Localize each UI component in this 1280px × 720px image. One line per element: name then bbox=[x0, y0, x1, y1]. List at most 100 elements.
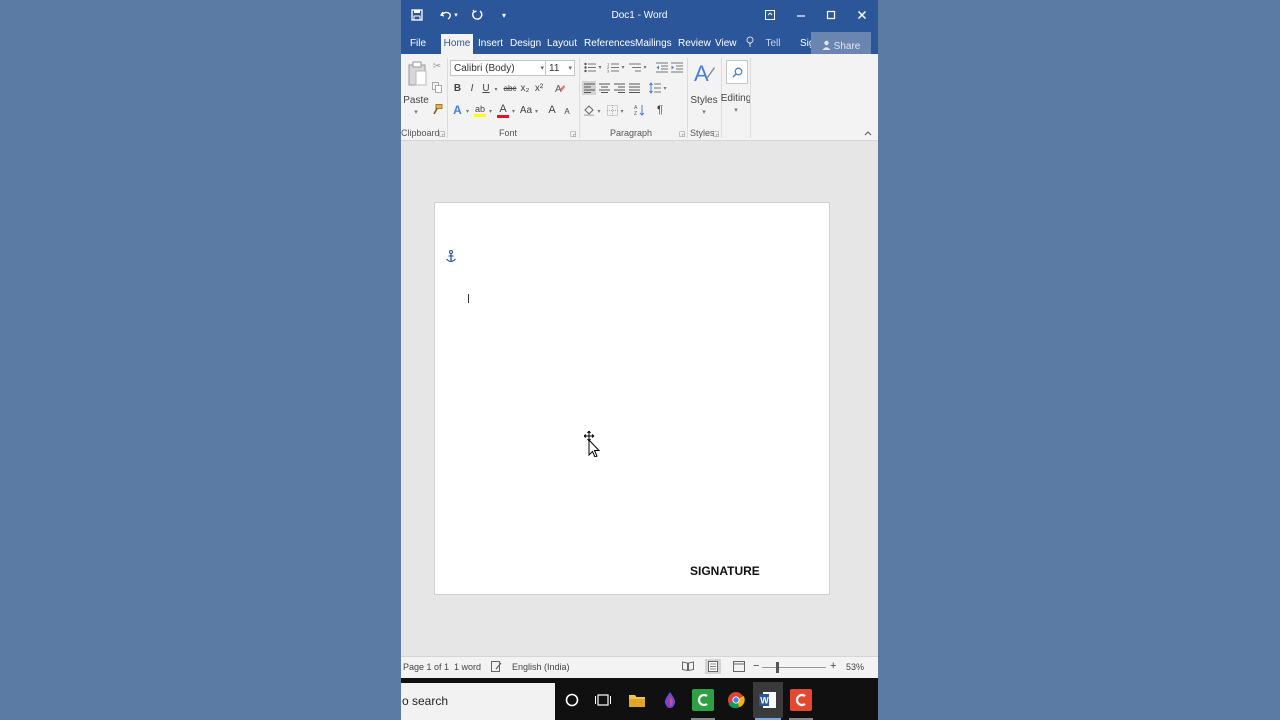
tab-review[interactable]: Review bbox=[678, 36, 711, 54]
file-explorer-icon[interactable] bbox=[626, 689, 648, 711]
show-formatting-button[interactable]: ¶ bbox=[653, 103, 667, 117]
tab-layout[interactable]: Layout bbox=[547, 36, 577, 54]
clear-formatting-icon[interactable]: A bbox=[553, 81, 567, 95]
line-spacing-dropdown-icon[interactable]: ▾ bbox=[662, 84, 668, 92]
collapse-ribbon-icon[interactable] bbox=[863, 128, 873, 138]
chrome-icon[interactable] bbox=[725, 689, 747, 711]
align-left-button[interactable] bbox=[582, 81, 596, 95]
font-size-combo[interactable]: 11 ▾ bbox=[545, 60, 575, 76]
change-case-button[interactable]: Aa bbox=[519, 103, 533, 117]
borders-dropdown-icon[interactable]: ▾ bbox=[619, 107, 625, 115]
bullets-dropdown-icon[interactable]: ▾ bbox=[597, 63, 603, 71]
zoom-slider-track[interactable] bbox=[762, 667, 826, 668]
copy-icon[interactable] bbox=[431, 81, 443, 93]
tab-view[interactable]: View bbox=[715, 36, 737, 54]
chevron-down-icon: ▾ bbox=[568, 65, 572, 72]
svg-text:A: A bbox=[694, 61, 709, 86]
format-painter-icon[interactable] bbox=[431, 103, 443, 115]
editing-dropdown-icon[interactable]: ▾ bbox=[731, 106, 741, 114]
web-layout-icon[interactable] bbox=[733, 661, 745, 674]
decrease-indent-icon[interactable] bbox=[655, 60, 669, 74]
word-taskbar-icon[interactable]: W bbox=[753, 682, 783, 718]
underline-button[interactable]: U bbox=[481, 82, 491, 95]
sort-icon[interactable]: AZ bbox=[633, 103, 647, 117]
subscript-button[interactable]: x₂ bbox=[519, 82, 531, 95]
align-right-button[interactable] bbox=[612, 81, 626, 95]
ribbon-display-options-icon[interactable] bbox=[759, 6, 781, 24]
svg-text:Z: Z bbox=[634, 111, 637, 116]
read-mode-icon[interactable] bbox=[682, 661, 694, 673]
line-spacing-icon[interactable] bbox=[648, 81, 662, 95]
styles-button[interactable]: Styles bbox=[690, 94, 718, 106]
clipboard-launcher-icon[interactable]: ◲ bbox=[439, 130, 446, 138]
cortana-icon[interactable] bbox=[561, 689, 583, 711]
numbering-icon[interactable]: 123 bbox=[606, 60, 620, 74]
shading-dropdown-icon[interactable]: ▾ bbox=[596, 107, 602, 115]
editing-button[interactable]: Editing bbox=[721, 92, 752, 104]
styles-dropdown-icon[interactable]: ▾ bbox=[699, 108, 709, 116]
strikethrough-button[interactable]: abc bbox=[502, 82, 518, 95]
bold-button[interactable]: B bbox=[452, 82, 463, 95]
superscript-button[interactable]: x² bbox=[533, 82, 545, 95]
font-color-button[interactable]: A bbox=[496, 102, 510, 118]
minimize-icon[interactable] bbox=[790, 6, 812, 24]
tab-mailings[interactable]: Mailings bbox=[635, 36, 672, 54]
document-page[interactable]: SIGNATURE bbox=[434, 202, 830, 595]
search-icon[interactable] bbox=[726, 60, 748, 84]
highlight-dropdown-icon[interactable]: ▾ bbox=[487, 107, 494, 115]
paragraph-launcher-icon[interactable]: ◲ bbox=[679, 130, 686, 138]
tab-home[interactable]: Home bbox=[441, 34, 473, 54]
word-count[interactable]: 1 word bbox=[454, 662, 481, 672]
tab-file[interactable]: File bbox=[407, 36, 429, 54]
task-view-icon[interactable] bbox=[592, 689, 614, 711]
camtasia-green-app-icon[interactable] bbox=[692, 689, 714, 711]
multilevel-list-icon[interactable] bbox=[628, 60, 642, 74]
styles-launcher-icon[interactable]: ◲ bbox=[713, 130, 720, 138]
tab-insert[interactable]: Insert bbox=[478, 36, 503, 54]
underline-dropdown-icon[interactable]: ▾ bbox=[492, 84, 500, 94]
print-layout-icon[interactable] bbox=[705, 659, 721, 674]
numbering-dropdown-icon[interactable]: ▾ bbox=[620, 63, 626, 71]
styles-gallery-icon[interactable]: A bbox=[692, 58, 716, 88]
maximize-icon[interactable] bbox=[820, 6, 842, 24]
group-separator bbox=[447, 58, 448, 138]
highlight-button[interactable]: ab bbox=[473, 102, 487, 118]
zoom-slider-thumb[interactable] bbox=[776, 662, 779, 673]
multilevel-dropdown-icon[interactable]: ▾ bbox=[642, 63, 648, 71]
proofing-icon[interactable] bbox=[491, 661, 502, 674]
language-indicator[interactable]: English (India) bbox=[512, 662, 570, 672]
font-color-dropdown-icon[interactable]: ▾ bbox=[510, 107, 517, 115]
font-color-swatch bbox=[497, 114, 509, 118]
tab-design[interactable]: Design bbox=[510, 36, 541, 54]
zoom-in-button[interactable]: + bbox=[830, 660, 836, 672]
shading-icon[interactable] bbox=[582, 103, 596, 117]
taskbar-search-box[interactable]: o search bbox=[401, 683, 555, 720]
text-effects-button[interactable]: A bbox=[451, 103, 464, 117]
text-effects-dropdown-icon[interactable]: ▾ bbox=[464, 107, 471, 115]
increase-indent-icon[interactable] bbox=[670, 60, 684, 74]
chevron-down-icon: ▾ bbox=[540, 65, 544, 72]
close-icon[interactable] bbox=[851, 6, 873, 24]
align-center-button[interactable] bbox=[597, 81, 611, 95]
font-name-value: Calibri (Body) bbox=[454, 63, 515, 74]
bullets-icon[interactable] bbox=[583, 60, 597, 74]
zoom-level[interactable]: 53% bbox=[846, 662, 864, 672]
italic-button[interactable]: I bbox=[467, 82, 477, 95]
paste-label[interactable]: Paste bbox=[403, 94, 429, 106]
paste-dropdown-icon[interactable]: ▾ bbox=[411, 108, 421, 116]
tell-me-box[interactable]: Tell me... bbox=[756, 36, 790, 65]
shrink-font-button[interactable]: A bbox=[562, 105, 572, 117]
borders-icon[interactable] bbox=[605, 103, 619, 117]
clipboard-icon[interactable] bbox=[406, 60, 428, 88]
paint-drop-app-icon[interactable] bbox=[659, 689, 681, 711]
grow-font-button[interactable]: A bbox=[547, 103, 557, 117]
font-name-combo[interactable]: Calibri (Body) ▾ bbox=[450, 60, 547, 76]
zoom-out-button[interactable]: − bbox=[753, 660, 759, 672]
change-case-dropdown-icon[interactable]: ▾ bbox=[533, 107, 540, 115]
tab-references[interactable]: References bbox=[584, 36, 635, 54]
cut-icon[interactable]: ✂ bbox=[431, 60, 443, 72]
justify-button[interactable] bbox=[627, 81, 641, 95]
font-launcher-icon[interactable]: ◲ bbox=[570, 130, 577, 138]
page-count[interactable]: Page 1 of 1 bbox=[403, 662, 449, 672]
camtasia-recorder-icon[interactable] bbox=[790, 689, 812, 711]
